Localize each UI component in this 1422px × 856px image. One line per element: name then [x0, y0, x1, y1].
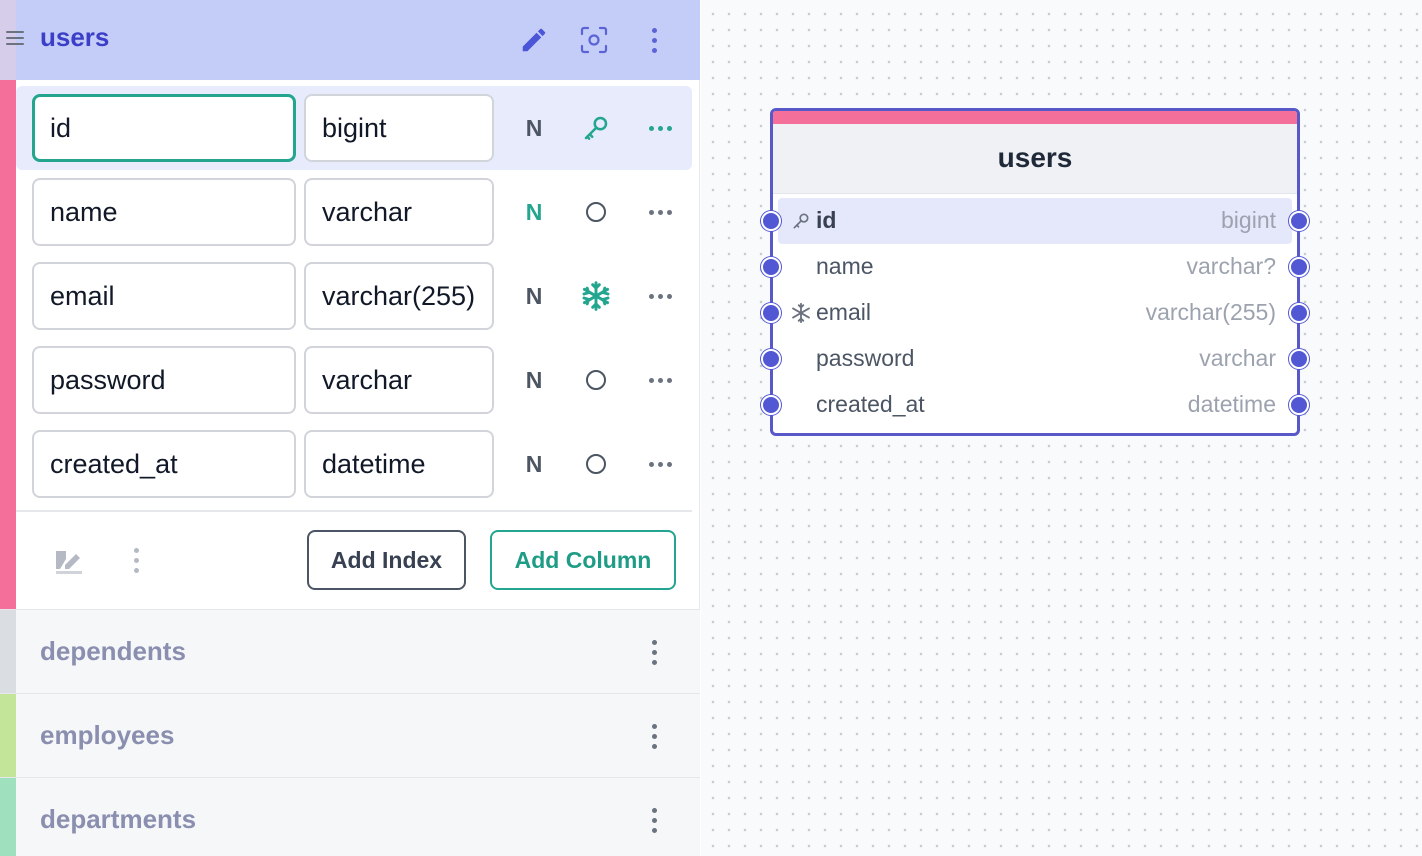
column-type-input[interactable]: varchar: [304, 178, 494, 246]
table-color-button[interactable]: [50, 544, 86, 576]
table-item-departments[interactable]: departments: [0, 777, 700, 856]
field-type: bigint: [1221, 207, 1276, 233]
column-more-icon[interactable]: [642, 194, 678, 230]
table-node-field[interactable]: password varchar: [778, 336, 1292, 382]
diagram-canvas[interactable]: users id bigint name varchar? email varc…: [701, 0, 1422, 856]
column-name-input[interactable]: name: [32, 178, 296, 246]
circle-icon: [586, 454, 606, 474]
nullable-toggle[interactable]: N: [518, 362, 550, 398]
connection-handle-left[interactable]: [761, 257, 781, 277]
column-more-icon[interactable]: [642, 110, 678, 146]
edit-table-button[interactable]: [514, 20, 554, 60]
field-name: password: [816, 345, 915, 371]
field-name: name: [816, 253, 874, 279]
field-name: email: [816, 299, 871, 325]
connection-handle-right[interactable]: [1289, 257, 1309, 277]
key-icon: [584, 116, 608, 140]
column-more-icon[interactable]: [642, 362, 678, 398]
column-row: password varchar N: [16, 338, 692, 422]
connection-handle-left[interactable]: [761, 349, 781, 369]
field-type: varchar: [1199, 345, 1276, 371]
focus-table-button[interactable]: [574, 20, 614, 60]
column-row: id bigint N: [16, 86, 692, 170]
column-type-input[interactable]: varchar: [304, 346, 494, 414]
column-type-input[interactable]: varchar(255): [304, 262, 494, 330]
field-name: id: [816, 207, 837, 233]
add-index-button[interactable]: Add Index: [307, 530, 466, 590]
connection-handle-left[interactable]: [761, 303, 781, 323]
circle-icon: [586, 370, 606, 390]
more-vertical-icon[interactable]: [642, 718, 666, 754]
nullable-toggle[interactable]: N: [518, 446, 550, 482]
column-row: created_at datetime N: [16, 422, 692, 506]
more-vertical-icon[interactable]: [124, 542, 148, 578]
snowflake-icon: [582, 281, 610, 311]
nullable-toggle[interactable]: N: [518, 110, 550, 146]
table-node-field[interactable]: id bigint: [778, 198, 1292, 244]
add-column-button[interactable]: Add Column: [490, 530, 676, 590]
table-list-panel: users id bigint N name varchar N email v…: [0, 0, 700, 856]
connection-handle-right[interactable]: [1289, 211, 1309, 231]
table-color-strip: [0, 610, 16, 694]
column-more-icon[interactable]: [642, 446, 678, 482]
column-name-input[interactable]: password: [32, 346, 296, 414]
drag-handle-icon[interactable]: [6, 31, 24, 47]
column-type-input[interactable]: datetime: [304, 430, 494, 498]
field-type: datetime: [1187, 391, 1276, 417]
table-node-users[interactable]: users id bigint name varchar? email varc…: [761, 108, 1309, 436]
more-vertical-icon[interactable]: [642, 634, 666, 670]
nullable-toggle[interactable]: N: [518, 194, 550, 230]
paint-icon: [56, 551, 82, 574]
table-header-users[interactable]: users: [0, 0, 700, 80]
table-name: users: [40, 22, 110, 52]
table-color-strip: [0, 778, 16, 856]
column-row: name varchar N: [16, 170, 692, 254]
table-node-header[interactable]: users: [773, 124, 1297, 194]
table-node-field[interactable]: name varchar?: [778, 244, 1292, 290]
table-node-color-bar: [773, 111, 1297, 124]
pencil-icon: [522, 28, 546, 52]
table-color-strip: [0, 694, 16, 778]
column-more-icon[interactable]: [642, 278, 678, 314]
table-name: employees: [40, 720, 175, 750]
column-row: email varchar(255) N: [16, 254, 692, 338]
divider: [16, 510, 692, 512]
unique-toggle[interactable]: [578, 278, 614, 314]
table-node-field[interactable]: created_at datetime: [778, 382, 1292, 428]
table-item-employees[interactable]: employees: [0, 693, 700, 778]
table-node-title: users: [997, 142, 1073, 173]
column-name-input[interactable]: created_at: [32, 430, 296, 498]
table-node-field[interactable]: email varchar(255): [778, 290, 1292, 336]
more-vertical-icon[interactable]: [642, 802, 666, 838]
primary-key-toggle[interactable]: [578, 110, 614, 146]
key-icon: [790, 210, 812, 232]
circle-icon: [586, 202, 606, 222]
focus-icon: [580, 26, 608, 54]
connection-handle-right[interactable]: [1289, 349, 1309, 369]
primary-key-toggle[interactable]: [578, 194, 614, 230]
column-name-input[interactable]: id: [32, 94, 296, 162]
more-vertical-icon[interactable]: [634, 20, 674, 60]
connection-handle-left[interactable]: [761, 395, 781, 415]
column-type-input[interactable]: bigint: [304, 94, 494, 162]
primary-key-toggle[interactable]: [578, 446, 614, 482]
table-item-dependents[interactable]: dependents: [0, 609, 700, 694]
table-name: dependents: [40, 636, 186, 666]
connection-handle-right[interactable]: [1289, 303, 1309, 323]
column-name-input[interactable]: email: [32, 262, 296, 330]
nullable-toggle[interactable]: N: [518, 278, 550, 314]
connection-handle-left[interactable]: [761, 211, 781, 231]
table-color-strip: [0, 80, 16, 610]
snowflake-icon: [790, 302, 812, 324]
connection-handle-right[interactable]: [1289, 395, 1309, 415]
field-type: varchar(255): [1145, 299, 1276, 325]
field-name: created_at: [816, 391, 925, 417]
table-name: departments: [40, 804, 197, 834]
field-type: varchar?: [1186, 253, 1276, 279]
primary-key-toggle[interactable]: [578, 362, 614, 398]
